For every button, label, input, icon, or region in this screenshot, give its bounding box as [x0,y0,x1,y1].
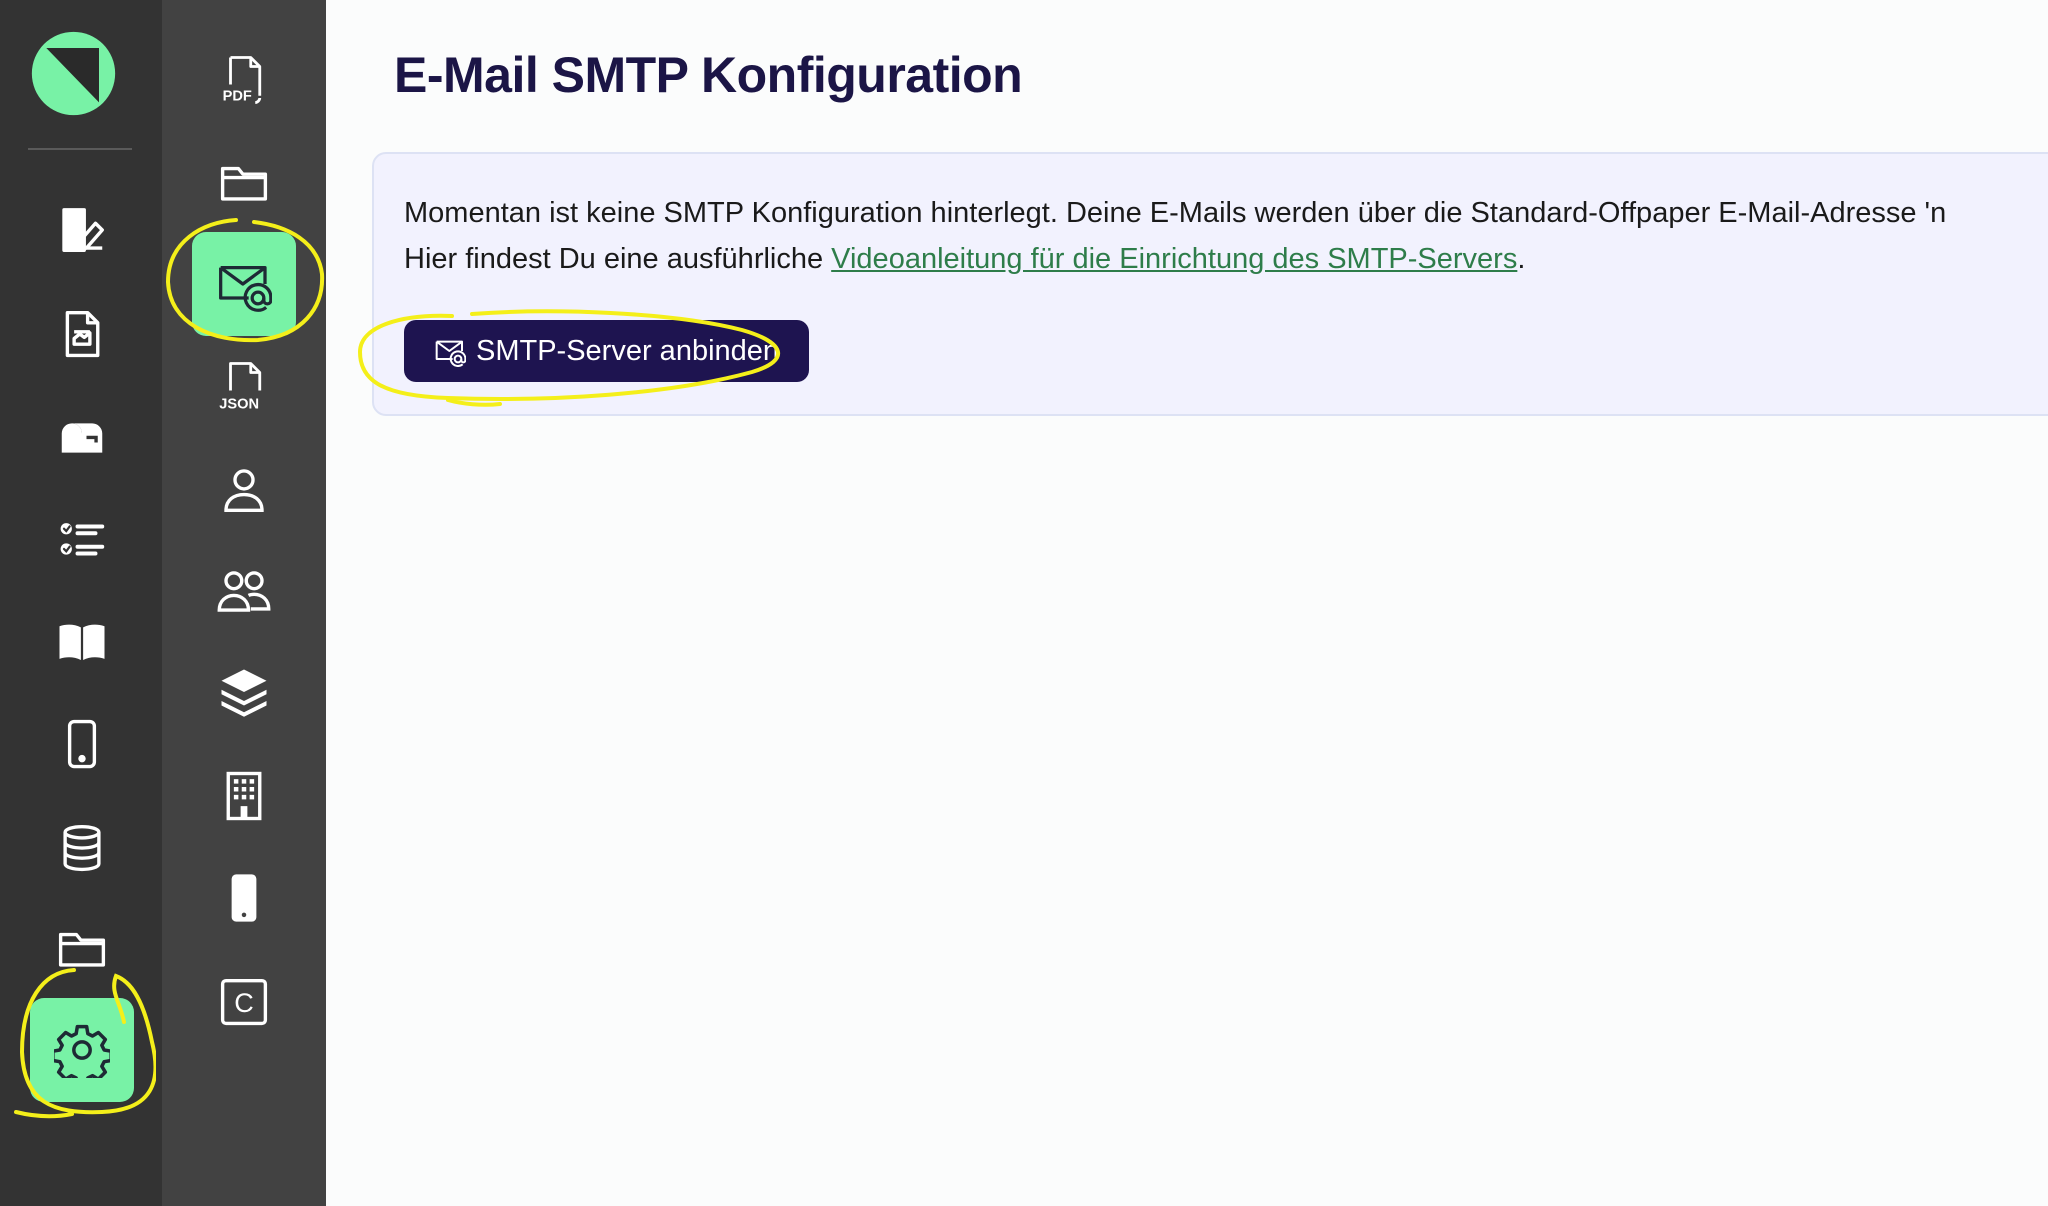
logo-icon [31,31,116,116]
building-icon [226,771,262,821]
app-logo[interactable] [31,31,116,116]
smartphone-icon [67,719,97,769]
sidebar-item-mobile[interactable] [50,712,114,776]
sidebar-item-users[interactable] [212,560,276,624]
sidebar-item-checklists[interactable] [50,508,114,572]
smtp-info-text: Momentan ist keine SMTP Konfiguration hi… [404,190,1946,282]
folder-icon [58,932,106,967]
sidebar-item-pdf[interactable]: PDF [212,48,276,112]
video-tutorial-link[interactable]: Videoanleitung für die Einrichtung des S… [831,243,1517,275]
sidebar-item-mailbox[interactable] [50,406,114,470]
smtp-info-panel: Momentan ist keine SMTP Konfiguration hi… [372,152,2048,416]
sidebar-item-settings[interactable] [30,998,134,1102]
secondary-sidebar: PDF JSON C [162,0,326,1206]
user-icon [224,469,264,512]
svg-text:C: C [234,988,254,1018]
info-line-1: Momentan ist keine SMTP Konfiguration hi… [404,197,1947,229]
sidebar-divider [28,148,132,150]
document-icon [65,310,100,358]
page-title: E-Mail SMTP Konfiguration [394,47,1023,103]
info-line-2: Hier findest Du eine ausführliche Videoa… [404,236,1946,282]
gear-icon [54,1024,110,1078]
c-square-icon: C [220,978,268,1026]
folder-open-icon [220,166,268,201]
sidebar-item-files[interactable] [50,916,114,980]
sidebar-item-folder[interactable] [212,150,276,214]
svg-text:JSON: JSON [219,397,259,413]
layers-icon [221,669,267,717]
primary-sidebar [0,0,162,1206]
main-content: E-Mail SMTP Konfiguration Momentan ist k… [326,0,2048,1206]
form-edit-icon [62,208,104,252]
info-line-2-suffix: . [1517,243,1526,275]
phone-icon [231,874,257,922]
sidebar-item-user[interactable] [212,458,276,522]
checklist-icon [60,523,105,556]
mailbox-icon [61,423,103,453]
svg-text:PDF: PDF [223,88,252,104]
users-icon [217,571,271,612]
sidebar-item-database[interactable] [50,816,114,880]
sidebar-item-manual[interactable] [50,610,114,674]
sidebar-item-documents[interactable] [50,302,114,366]
info-line-2-prefix: Hier findest Du eine ausführliche [404,243,832,275]
sidebar-item-json[interactable]: JSON [212,354,276,418]
mail-at-icon [435,340,466,367]
sidebar-item-copyright[interactable]: C [212,970,276,1034]
book-icon [59,624,105,660]
connect-smtp-button-label: SMTP-Server anbinden [476,334,780,367]
connect-smtp-button[interactable]: SMTP-Server anbinden [404,320,810,382]
database-icon [63,824,101,872]
mail-at-icon [219,266,272,312]
json-file-icon: JSON [219,362,262,413]
sidebar-item-forms[interactable] [50,198,114,262]
sidebar-item-layers[interactable] [212,660,276,724]
pdf-file-icon: PDF [223,56,262,104]
sidebar-item-email-smtp[interactable] [192,232,296,336]
sidebar-item-devices[interactable] [212,866,276,930]
sidebar-item-companies[interactable] [212,764,276,828]
